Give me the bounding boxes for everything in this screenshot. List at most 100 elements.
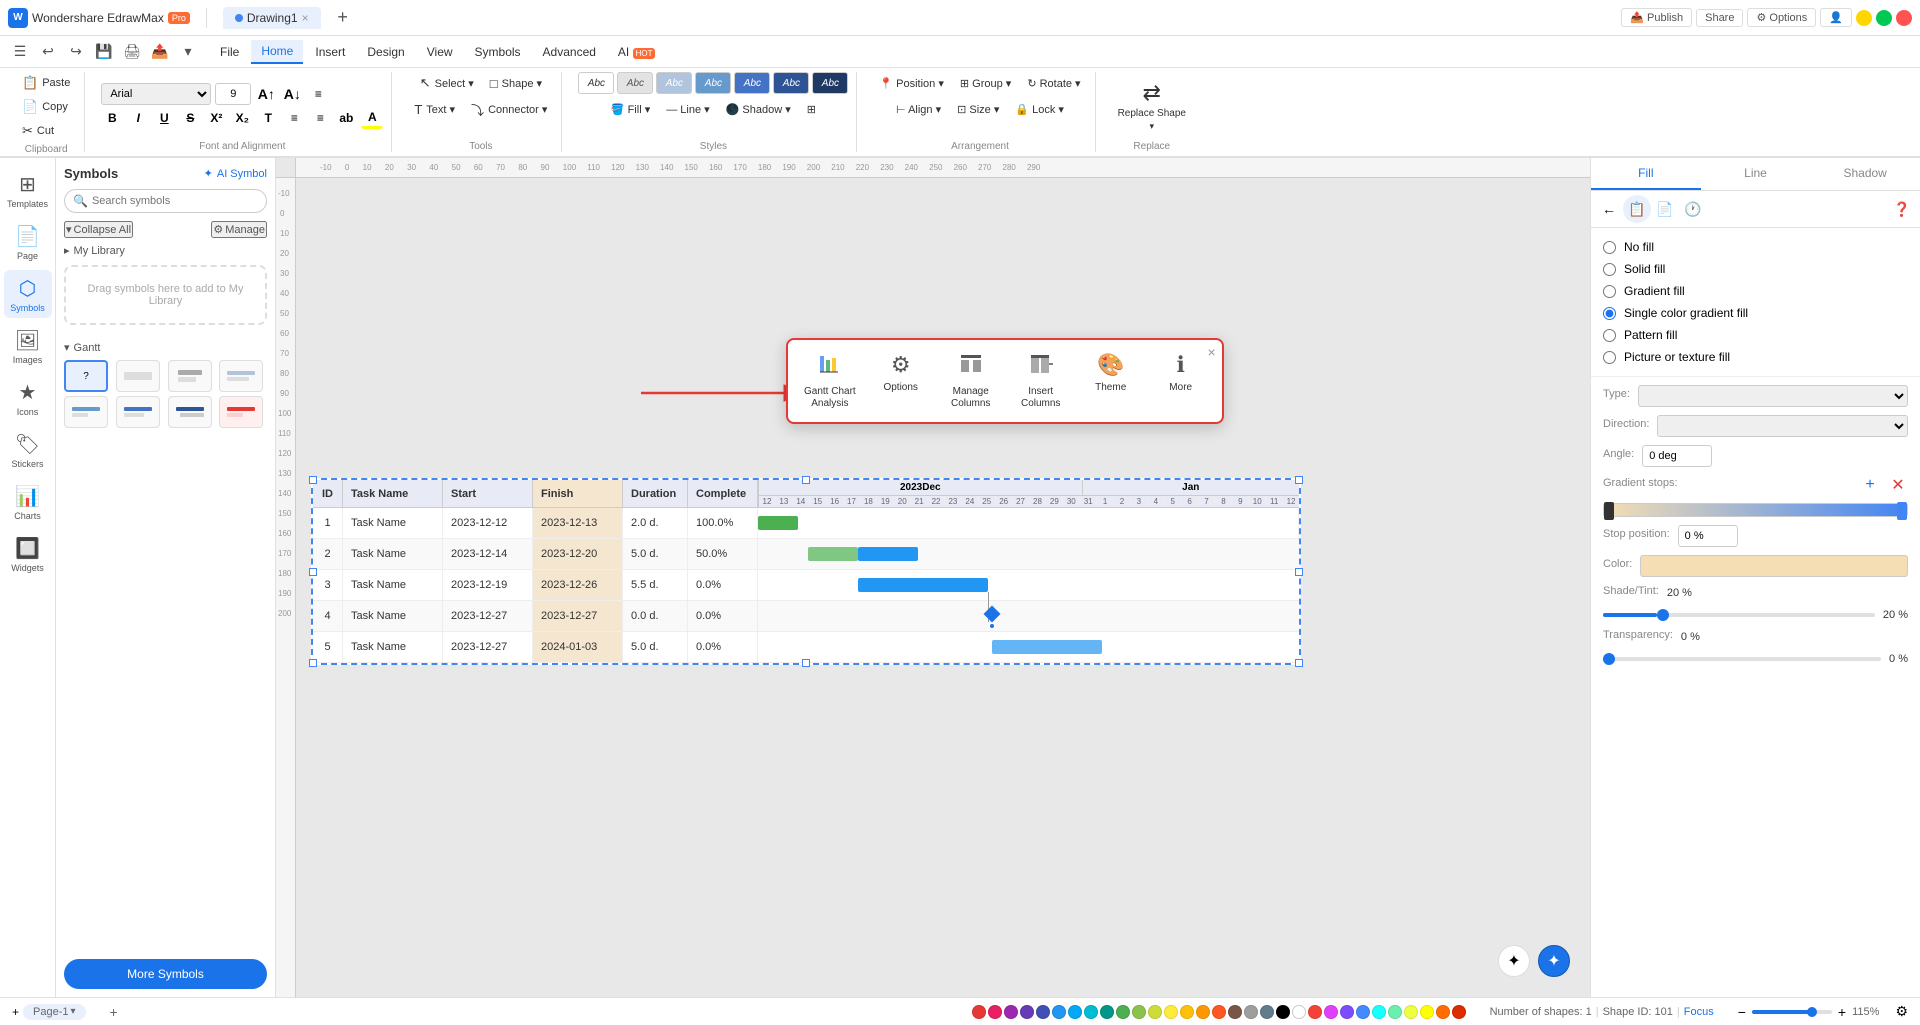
direction-select[interactable] [1657,415,1908,437]
sidebar-item-images[interactable]: 🖼 Images [4,322,52,370]
sidebar-item-stickers[interactable]: 🏷 Stickers [4,426,52,474]
style-swatch-7[interactable]: Abc [812,72,848,94]
cp-green[interactable] [1116,1005,1130,1019]
menu-advanced[interactable]: Advanced [533,41,606,63]
ft-gantt-analysis[interactable]: Gantt ChartAnalysis [804,352,856,410]
subscript-btn[interactable]: X₂ [231,107,253,129]
gantt-icon-1[interactable]: ? [64,360,108,392]
cp-red[interactable] [972,1005,986,1019]
list-btn[interactable]: ≡ [283,107,305,129]
cp-light-blue[interactable] [1068,1005,1082,1019]
zoom-slider[interactable] [1752,1010,1832,1014]
print-btn[interactable]: 🖨 [120,40,144,64]
cp-violet[interactable] [1340,1005,1354,1019]
color-picker[interactable] [1640,555,1908,577]
rp-nav-back[interactable]: ← [1595,195,1623,223]
sidebar-item-widgets[interactable]: 🔲 Widgets [4,530,52,578]
cp-yellow[interactable] [1164,1005,1178,1019]
menu-symbols[interactable]: Symbols [465,41,531,63]
tab-line[interactable]: Line [1701,158,1811,190]
style-swatch-5[interactable]: Abc [734,72,770,94]
stop-handle-left[interactable] [1604,502,1614,520]
solid-fill-radio[interactable] [1603,263,1616,276]
grid-btn[interactable]: ✦ [1498,945,1530,977]
cp-blue[interactable] [1052,1005,1066,1019]
ft-theme[interactable]: 🎨 Theme [1086,352,1136,394]
select-dropdown-btn[interactable]: ↖ Select ▾ [414,72,480,94]
selection-handle-br[interactable] [1295,659,1303,667]
cp-black[interactable] [1276,1005,1290,1019]
cp-brown[interactable] [1228,1005,1242,1019]
zoom-out-btn[interactable]: − [1738,1004,1746,1020]
gantt-icon-6[interactable] [116,396,160,428]
sidebar-item-templates[interactable]: ⊞ Templates [4,166,52,214]
style-swatch-1[interactable]: Abc [578,72,614,94]
style-swatch-6[interactable]: Abc [773,72,809,94]
add-btn[interactable]: ✦ [1538,945,1570,977]
floating-toolbar-close[interactable]: × [1208,344,1216,360]
tab-fill[interactable]: Fill [1591,158,1701,190]
stop-handle-right[interactable] [1897,502,1907,520]
sidebar-collapse-btn[interactable]: ☰ [8,40,32,64]
add-stop-btn[interactable]: + [1860,475,1880,495]
cp-lime2[interactable] [1404,1005,1418,1019]
menu-file[interactable]: File [210,41,249,63]
settings-btn[interactable]: ⚙ [1895,1003,1908,1020]
remove-stop-btn[interactable]: ✕ [1888,475,1908,495]
my-library-header[interactable]: ▸ My Library [64,244,267,257]
shadow-btn[interactable]: 🌑 Shadow ▾ [720,98,797,120]
cp-orange2[interactable] [1436,1005,1450,1019]
fill-btn[interactable]: 🪣 Fill ▾ [605,98,656,120]
cp-pink[interactable] [988,1005,1002,1019]
cp-grey[interactable] [1244,1005,1258,1019]
rp-nav-history[interactable]: 🕐 [1679,195,1707,223]
cut-btn[interactable]: ✂ Cut [16,120,76,142]
font-decrease-btn[interactable]: A↓ [281,83,303,105]
underline-btn[interactable]: U [153,107,175,129]
menu-home[interactable]: Home [251,40,303,64]
cp-orange[interactable] [1196,1005,1210,1019]
style-swatch-3[interactable]: Abc [656,72,692,94]
single-gradient-radio[interactable] [1603,307,1616,320]
minimize-btn[interactable] [1856,10,1872,26]
zoom-in-btn[interactable]: + [1838,1004,1846,1020]
options-btn[interactable]: ⚙ Options [1747,8,1816,27]
fill-option-solid[interactable]: Solid fill [1603,262,1908,276]
publish-btn[interactable]: 📤 Replace ShapePublish [1621,8,1692,27]
cp-amber[interactable] [1180,1005,1194,1019]
fill-option-gradient[interactable]: Gradient fill [1603,284,1908,298]
picture-fill-radio[interactable] [1603,351,1616,364]
canvas-area[interactable]: -10 0 10 20 30 40 50 60 70 80 90 100 110… [276,158,1590,997]
cp-purple2[interactable] [1324,1005,1338,1019]
selection-handle-l[interactable] [309,568,317,576]
focus-btn[interactable]: Focus [1684,1006,1714,1018]
angle-input[interactable] [1642,445,1712,467]
strikethrough-btn[interactable]: S [179,107,201,129]
cp-green2[interactable] [1388,1005,1402,1019]
selection-handle-r[interactable] [1295,568,1303,576]
cp-light-green[interactable] [1132,1005,1146,1019]
stop-position-input[interactable] [1678,525,1738,547]
sidebar-item-page[interactable]: 📄 Page [4,218,52,266]
connector-dropdown-btn[interactable]: ⤵ Connector ▾ [465,98,553,120]
fill-option-pattern[interactable]: Pattern fill [1603,328,1908,342]
cp-blue-grey[interactable] [1260,1005,1274,1019]
transparency-track[interactable] [1603,657,1881,661]
tab-shadow[interactable]: Shadow [1810,158,1920,190]
text-btn[interactable]: T [257,107,279,129]
paste-btn[interactable]: 📋 Paste [16,72,76,94]
style-swatch-2[interactable]: Abc [617,72,653,94]
sidebar-item-charts[interactable]: 📊 Charts [4,478,52,526]
abcstyle-btn[interactable]: ab [335,107,357,129]
cp-yellow2[interactable] [1420,1005,1434,1019]
add-page-icon[interactable]: + [110,1004,118,1020]
gantt-icon-2[interactable] [116,360,160,392]
align-btn[interactable]: ≡ [307,83,329,105]
cp-red2[interactable] [1308,1005,1322,1019]
ft-options[interactable]: ⚙ Options [876,352,926,394]
cp-purple[interactable] [1004,1005,1018,1019]
share-btn[interactable]: Share [1696,9,1743,27]
search-input[interactable] [92,195,258,207]
font-size-input[interactable] [215,83,251,105]
gantt-icon-5[interactable] [64,396,108,428]
